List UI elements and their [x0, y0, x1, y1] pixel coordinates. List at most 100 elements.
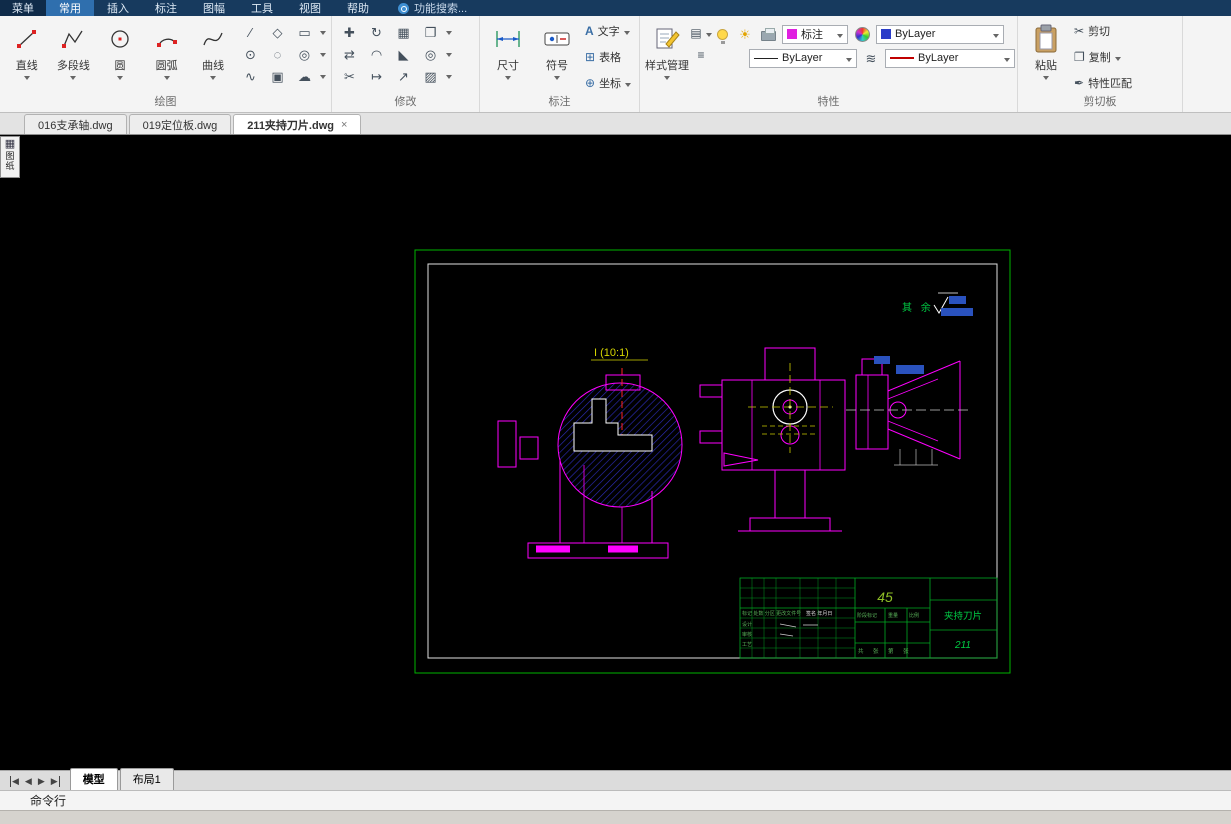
rotate-button[interactable]: ↻ — [364, 22, 389, 43]
xline-icon: ∕ — [249, 25, 252, 40]
previous-layout-icon[interactable]: ◀ — [25, 776, 32, 787]
circle-icon — [105, 24, 135, 54]
ribbon-tab-sheet[interactable]: 图幅 — [190, 0, 238, 16]
dimension-icon — [493, 24, 523, 54]
dimension-button[interactable]: 尺寸 — [485, 20, 531, 92]
dropdown-caret[interactable] — [446, 30, 452, 35]
cut-button[interactable]: ✂ 剪切 — [1072, 20, 1134, 42]
last-layout-icon[interactable]: ▶ — [51, 776, 60, 787]
rectangle-button[interactable]: ▭ — [292, 22, 317, 43]
chamfer-icon: ◣ — [398, 47, 409, 62]
lineweight-list-button[interactable]: ≋ — [862, 48, 880, 68]
ribbon-tab-tools[interactable]: 工具 — [238, 0, 286, 16]
list-options-button[interactable]: ≡ — [695, 48, 706, 62]
symbol-button[interactable]: 符号 — [534, 20, 580, 92]
drawing-canvas[interactable]: I (10:1) 其 余 45 夹持刀片 211 标记 处数 分区 更改文件号 … — [0, 135, 1231, 770]
xline-button[interactable]: ∕ — [238, 22, 263, 43]
donut-button[interactable]: ◎ — [292, 44, 317, 65]
dropdown-caret — [993, 33, 999, 38]
match-properties-label: 特性匹配 — [1088, 78, 1133, 90]
fillet-button[interactable]: ◠ — [364, 44, 389, 65]
close-icon[interactable]: × — [341, 119, 347, 131]
dim-style-select[interactable]: 标注 — [782, 24, 848, 44]
layer-on-button[interactable] — [713, 24, 731, 44]
dropdown-caret — [23, 76, 30, 80]
wave-button[interactable]: ∿ — [238, 66, 263, 87]
copy-button[interactable]: ❐ 复制 — [1072, 46, 1134, 68]
table-button[interactable]: ⊞ 表格 — [583, 46, 633, 68]
mirror-button[interactable]: ⇄ — [337, 44, 362, 65]
cad-application-window: 菜单 常用 插入 标注 图幅 工具 视图 帮助 功能搜索... 直线 多段线 圆… — [0, 0, 1231, 824]
properties-row-1: ☀ 标注 ByLayer — [713, 24, 1015, 44]
dropdown-caret[interactable] — [446, 74, 452, 79]
erase-icon: ▨ — [424, 69, 437, 84]
rectangle-icon: ▭ — [298, 25, 311, 40]
ellipse-button[interactable]: ◇ — [265, 22, 290, 43]
sheet-set-button[interactable]: ▤ — [688, 26, 713, 40]
ribbon-tab-insert[interactable]: 插入 — [94, 0, 142, 16]
ribbon-tab-view[interactable]: 视图 — [286, 0, 334, 16]
svg-text:设计: 设计 — [742, 621, 752, 628]
scale-button[interactable]: ↗ — [391, 66, 416, 87]
panel-label-properties[interactable]: 特性 — [640, 95, 1017, 112]
brightness-button[interactable]: ☀ — [736, 24, 754, 44]
dropdown-caret — [1004, 57, 1010, 62]
linetype-select[interactable]: ByLayer — [749, 48, 857, 68]
erase-button[interactable]: ▨ — [418, 66, 443, 87]
menu-button[interactable]: 菜单 — [0, 0, 46, 16]
point-button[interactable]: ⊙ — [238, 44, 263, 65]
color-select[interactable]: ByLayer — [876, 24, 1004, 44]
polygon-button[interactable]: ◌ — [265, 44, 290, 65]
array-button[interactable]: ▦ — [391, 22, 416, 43]
ribbon-tab-home[interactable]: 常用 — [46, 0, 94, 16]
dropdown-caret — [625, 82, 632, 87]
next-layout-icon[interactable]: ▶ — [38, 776, 45, 787]
revcloud-button[interactable]: ☁ — [292, 66, 317, 87]
cut-icon: ✂ — [1074, 24, 1085, 38]
model-tab[interactable]: 模型 — [69, 768, 118, 790]
style-manager-button[interactable]: 样式管理 — [645, 20, 689, 92]
mirror-icon: ⇄ — [344, 47, 355, 62]
command-line[interactable]: 命令行 — [0, 790, 1231, 810]
paste-button[interactable]: 粘贴 — [1023, 20, 1069, 92]
circle-button[interactable]: 圆 — [98, 20, 142, 92]
move-button[interactable]: ✚ — [337, 22, 362, 43]
svg-text:审核: 审核 — [742, 631, 752, 638]
copy-object-button[interactable]: ❐ — [418, 22, 443, 43]
offset-button[interactable]: ◎ — [418, 44, 443, 65]
function-search[interactable]: 功能搜索... — [398, 0, 467, 16]
panel-label-annotate[interactable]: 标注 — [480, 95, 639, 112]
layout1-tab[interactable]: 布局1 — [119, 768, 174, 790]
dropdown-caret[interactable] — [446, 52, 452, 57]
palette-tab[interactable]: ▦ 图纸 — [0, 136, 20, 178]
ribbon-tab-annotate[interactable]: 标注 — [142, 0, 190, 16]
trim-button[interactable]: ✂ — [337, 66, 362, 87]
arc-button[interactable]: 圆弧 — [145, 20, 189, 92]
polyline-button[interactable]: 多段线 — [52, 20, 96, 92]
color-wheel-button[interactable] — [853, 24, 871, 44]
text-button[interactable]: A 文字 — [583, 20, 633, 42]
extend-button[interactable]: ↦ — [364, 66, 389, 87]
dropdown-caret[interactable] — [319, 52, 326, 57]
spline-button[interactable]: 曲线 — [191, 20, 235, 92]
dropdown-caret[interactable] — [319, 74, 326, 79]
panel-label-draw[interactable]: 绘图 — [0, 95, 331, 112]
ribbon-tab-help[interactable]: 帮助 — [334, 0, 382, 16]
first-layout-icon[interactable]: ◀ — [10, 776, 19, 787]
extend-icon: ↦ — [371, 69, 382, 84]
palette-label: 图纸 — [5, 151, 15, 171]
doc-tab-019[interactable]: 019定位板.dwg — [128, 114, 232, 134]
coordinate-button[interactable]: ⊕ 坐标 — [583, 72, 633, 94]
doc-tab-016[interactable]: 016支承轴.dwg — [24, 114, 127, 134]
plot-button[interactable] — [759, 24, 777, 44]
panel-label-clipboard[interactable]: 剪切板 — [1018, 95, 1182, 112]
region-button[interactable]: ▣ — [265, 66, 290, 87]
doc-tab-211[interactable]: 211夹持刀片.dwg × — [233, 114, 362, 134]
cad-drawing: I (10:1) 其 余 45 夹持刀片 211 标记 处数 分区 更改文件号 … — [414, 249, 1011, 674]
match-properties-button[interactable]: ✒ 特性匹配 — [1072, 72, 1134, 94]
line-button[interactable]: 直线 — [5, 20, 49, 92]
chamfer-button[interactable]: ◣ — [391, 44, 416, 65]
dropdown-caret[interactable] — [319, 30, 326, 35]
panel-label-modify[interactable]: 修改 — [332, 95, 479, 112]
lineweight-select[interactable]: ByLayer — [885, 48, 1015, 68]
